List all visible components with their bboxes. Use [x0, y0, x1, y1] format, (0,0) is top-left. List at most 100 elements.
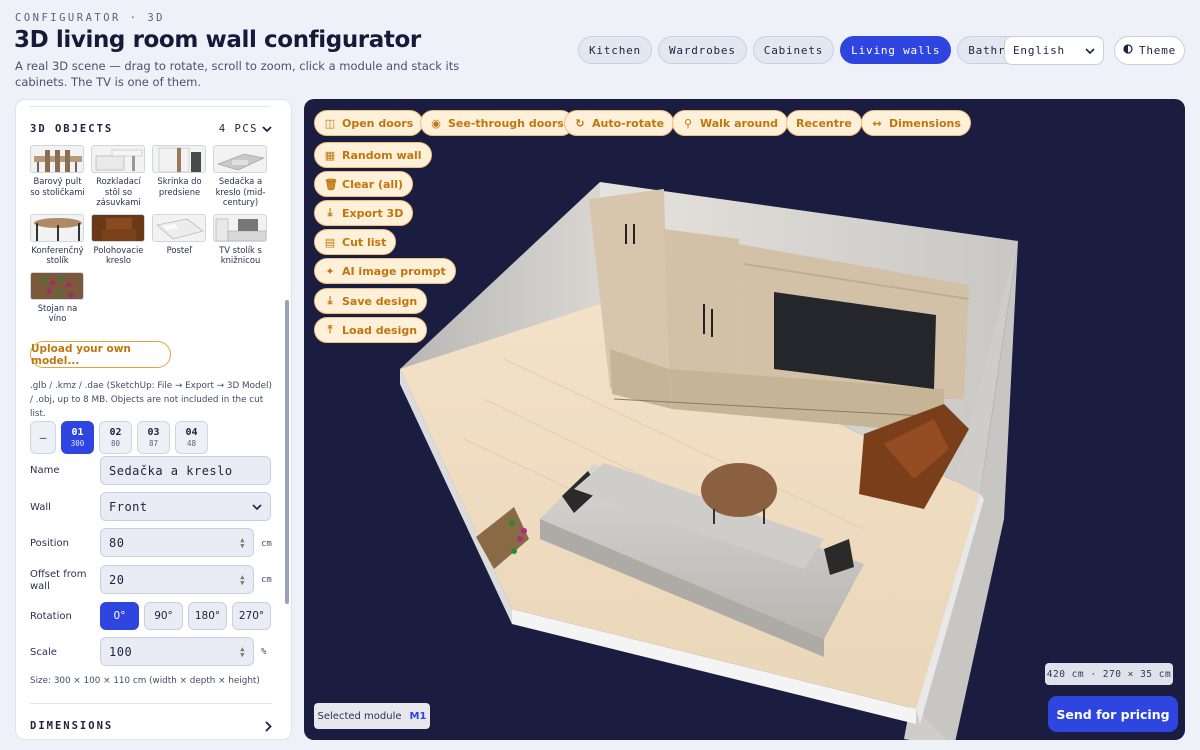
spinner-icon[interactable]: ▲ ▼: [240, 536, 245, 549]
position-input[interactable]: 80 ▲ ▼: [100, 528, 254, 557]
module-tab-03[interactable]: 03 87: [137, 421, 170, 454]
offset-value: 20: [109, 572, 125, 587]
name-input[interactable]: Sedačka a kreslo: [100, 456, 271, 485]
language-select[interactable]: English: [1004, 36, 1104, 65]
save-design-button[interactable]: ⤓ Save design: [314, 288, 428, 314]
object-label: Konferenčný stolík: [31, 244, 84, 266]
rotation-90[interactable]: 90°: [144, 602, 183, 630]
download-icon: ⤓: [327, 206, 333, 219]
selected-module-value: M1: [409, 710, 427, 722]
module-tab-none[interactable]: —: [30, 421, 56, 454]
tab-kitchen[interactable]: Kitchen: [578, 36, 652, 64]
tab-cabinets[interactable]: Cabinets: [752, 36, 835, 64]
object-sofa-armchair[interactable]: Sedačka a kreslo (mid-century): [213, 145, 268, 208]
position-value: 80: [109, 535, 125, 550]
object-coffee-table[interactable]: Konferenčný stolík: [30, 213, 85, 266]
object-label: TV stolík s knižnicou: [219, 244, 262, 266]
rotation-options: 0° 90° 180° 270°: [100, 602, 271, 630]
spinner-icon[interactable]: ▲ ▼: [240, 645, 245, 658]
page-subtitle: A real 3D scene — drag to rotate, scroll…: [15, 59, 460, 89]
module-num: 03: [147, 427, 160, 438]
rotation-0[interactable]: 0°: [100, 602, 139, 630]
walk-around-button[interactable]: ⚲ Walk around: [672, 110, 789, 136]
ai-image-prompt-button[interactable]: ✦ AI image prompt: [314, 258, 456, 284]
size-note: Size: 300 × 100 × 110 cm (width × depth …: [30, 676, 260, 686]
bed-thumbnail: [152, 213, 206, 242]
chevron-down-icon: [1085, 44, 1095, 57]
button-label: Export 3D: [342, 206, 404, 220]
object-hallway-cabinet[interactable]: Skrinka do predsiene: [152, 145, 207, 208]
half-circle-icon: [1123, 44, 1133, 57]
export-3d-button[interactable]: ⤓ Export 3D: [314, 200, 414, 226]
spinner-icon[interactable]: ▲ ▼: [240, 573, 245, 586]
ruler-icon: ↔: [872, 116, 882, 130]
dimensions-button[interactable]: ↔ Dimensions: [861, 110, 971, 136]
open-doors-button[interactable]: ◫ Open doors: [314, 110, 424, 136]
chevron-down-icon: [252, 503, 262, 510]
see-through-doors-button[interactable]: ◉ See-through doors: [420, 110, 574, 136]
object-tv-stand[interactable]: TV stolík s knižnicou: [213, 213, 268, 266]
object-label: Polohovacie kreslo: [93, 244, 144, 266]
rotation-180[interactable]: 180°: [188, 602, 227, 630]
rotation-label: Rotation: [30, 611, 72, 622]
theme-button[interactable]: Theme: [1114, 36, 1185, 65]
button-label: Dimensions: [889, 116, 961, 130]
load-design-button[interactable]: ⤒ Load design: [314, 317, 428, 343]
panel-scrollbar[interactable]: [285, 300, 289, 604]
sparkle-icon: ✦: [325, 264, 335, 278]
position-label: Position: [30, 538, 69, 549]
tab-wardrobes[interactable]: Wardrobes: [657, 36, 747, 64]
objects-grid: Barový pult so stoličkami Rozkladací stô…: [30, 145, 270, 324]
module-tab-02[interactable]: 02 80: [99, 421, 132, 454]
module-tab-01[interactable]: 01 300: [61, 421, 94, 454]
object-extending-table[interactable]: Rozkladací stôl so zásuvkami: [91, 145, 146, 208]
page-title: 3D living room wall configurator: [14, 27, 421, 53]
scale-value: 100: [109, 644, 133, 659]
object-bed[interactable]: Posteľ: [152, 213, 207, 266]
random-wall-button[interactable]: ▦ Random wall: [314, 142, 432, 168]
object-bar-counter[interactable]: Barový pult so stoličkami: [30, 145, 85, 208]
viewport-3d[interactable]: ◫ Open doors ◉ See-through doors ↻ Auto-rot…: [304, 99, 1185, 740]
offset-input[interactable]: 20 ▲ ▼: [100, 565, 254, 594]
button-label: See-through doors: [448, 116, 564, 130]
auto-rotate-button[interactable]: ↻ Auto-rotate: [564, 110, 675, 136]
send-for-pricing-button[interactable]: Send for pricing: [1048, 696, 1178, 732]
objects-count-label: 4 PCS: [218, 123, 258, 135]
objects-count: 4 PCS: [219, 123, 272, 135]
module-width: 300: [70, 439, 85, 448]
room-scene[interactable]: [304, 99, 1185, 740]
recliner-thumbnail: [91, 213, 145, 242]
module-tabs: — 01 300 02 80 03 87 04 48: [30, 421, 208, 454]
module-tab-04[interactable]: 04 48: [175, 421, 208, 454]
selected-module-label: Selected module: [317, 710, 402, 722]
coffee-table-thumbnail: [30, 213, 84, 242]
button-label: Cut list: [342, 235, 387, 249]
rotate-icon: ↻: [575, 116, 585, 130]
wall-select[interactable]: Front: [100, 492, 271, 521]
rotation-270[interactable]: 270°: [232, 602, 271, 630]
table-icon: ▤: [324, 235, 336, 249]
bar-counter-thumbnail: [30, 145, 84, 173]
object-wine-rack[interactable]: Stojan na víno: [30, 271, 85, 324]
scale-input[interactable]: 100 ▲ ▼: [100, 637, 254, 666]
wine-rack-thumbnail: [30, 271, 84, 300]
button-label: Recentre: [796, 116, 852, 130]
offset-unit: cm: [261, 575, 272, 585]
extending-table-thumbnail: [91, 145, 145, 173]
tab-living-walls[interactable]: Living walls: [840, 36, 952, 64]
dimensions-section-header[interactable]: DIMENSIONS: [30, 720, 272, 732]
clear-all-button[interactable]: 🗑 Clear (all): [314, 171, 413, 197]
recentre-button[interactable]: Recentre: [786, 110, 862, 136]
name-label: Name: [30, 465, 60, 476]
sofa-armchair-thumbnail: [213, 145, 267, 173]
wall-label: Wall: [30, 502, 51, 513]
object-label: Sedačka a kreslo (mid-century): [215, 176, 266, 207]
button-label: Random wall: [342, 148, 422, 162]
divider: [30, 703, 272, 704]
object-recliner[interactable]: Polohovacie kreslo: [91, 213, 146, 266]
objects-section-header[interactable]: 3D OBJECTS 4 PCS: [30, 123, 272, 135]
doors-icon: ◫: [324, 116, 336, 130]
upload-model-button[interactable]: Upload your own model...: [30, 341, 171, 368]
cut-list-button[interactable]: ▤ Cut list: [314, 229, 397, 255]
divider: [29, 106, 270, 107]
